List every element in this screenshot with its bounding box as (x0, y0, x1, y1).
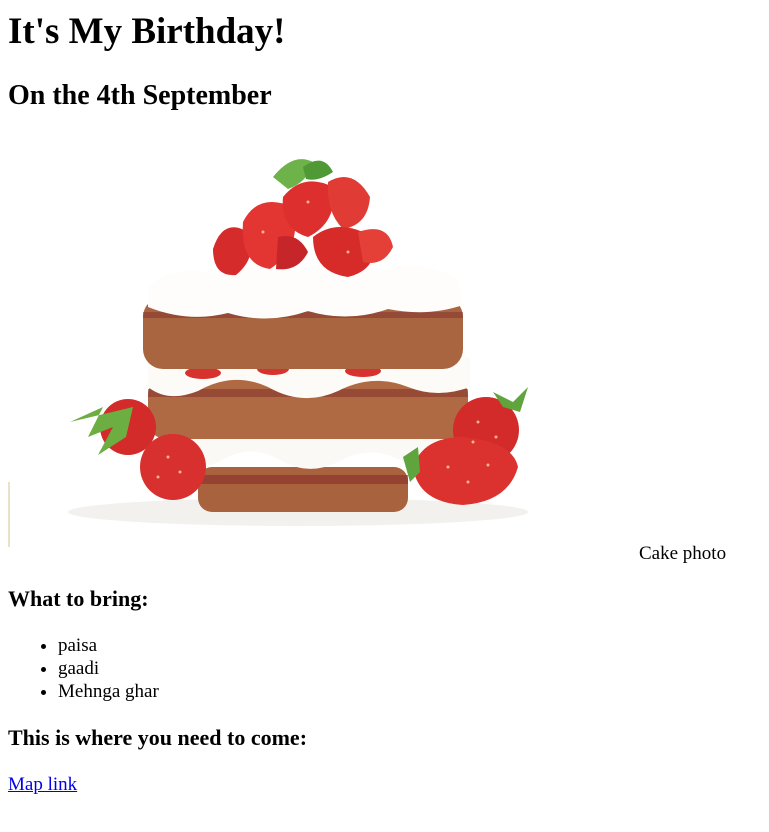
photo-section: Cake photo (8, 137, 761, 564)
map-link[interactable]: Map link (8, 774, 77, 796)
list-item: paisa (58, 634, 761, 657)
page-title: It's My Birthday! (8, 11, 286, 52)
bring-list: paisa gaadi Mehnga ghar (8, 634, 761, 703)
image-caption: Cake photo (639, 543, 727, 564)
list-item: Mehnga ghar (58, 680, 761, 703)
bring-heading: What to bring: (8, 586, 149, 611)
cake-image (8, 159, 528, 547)
where-heading: This is where you need to come: (8, 725, 308, 750)
list-item: gaadi (58, 657, 761, 680)
page-subtitle: On the 4th September (8, 80, 272, 111)
